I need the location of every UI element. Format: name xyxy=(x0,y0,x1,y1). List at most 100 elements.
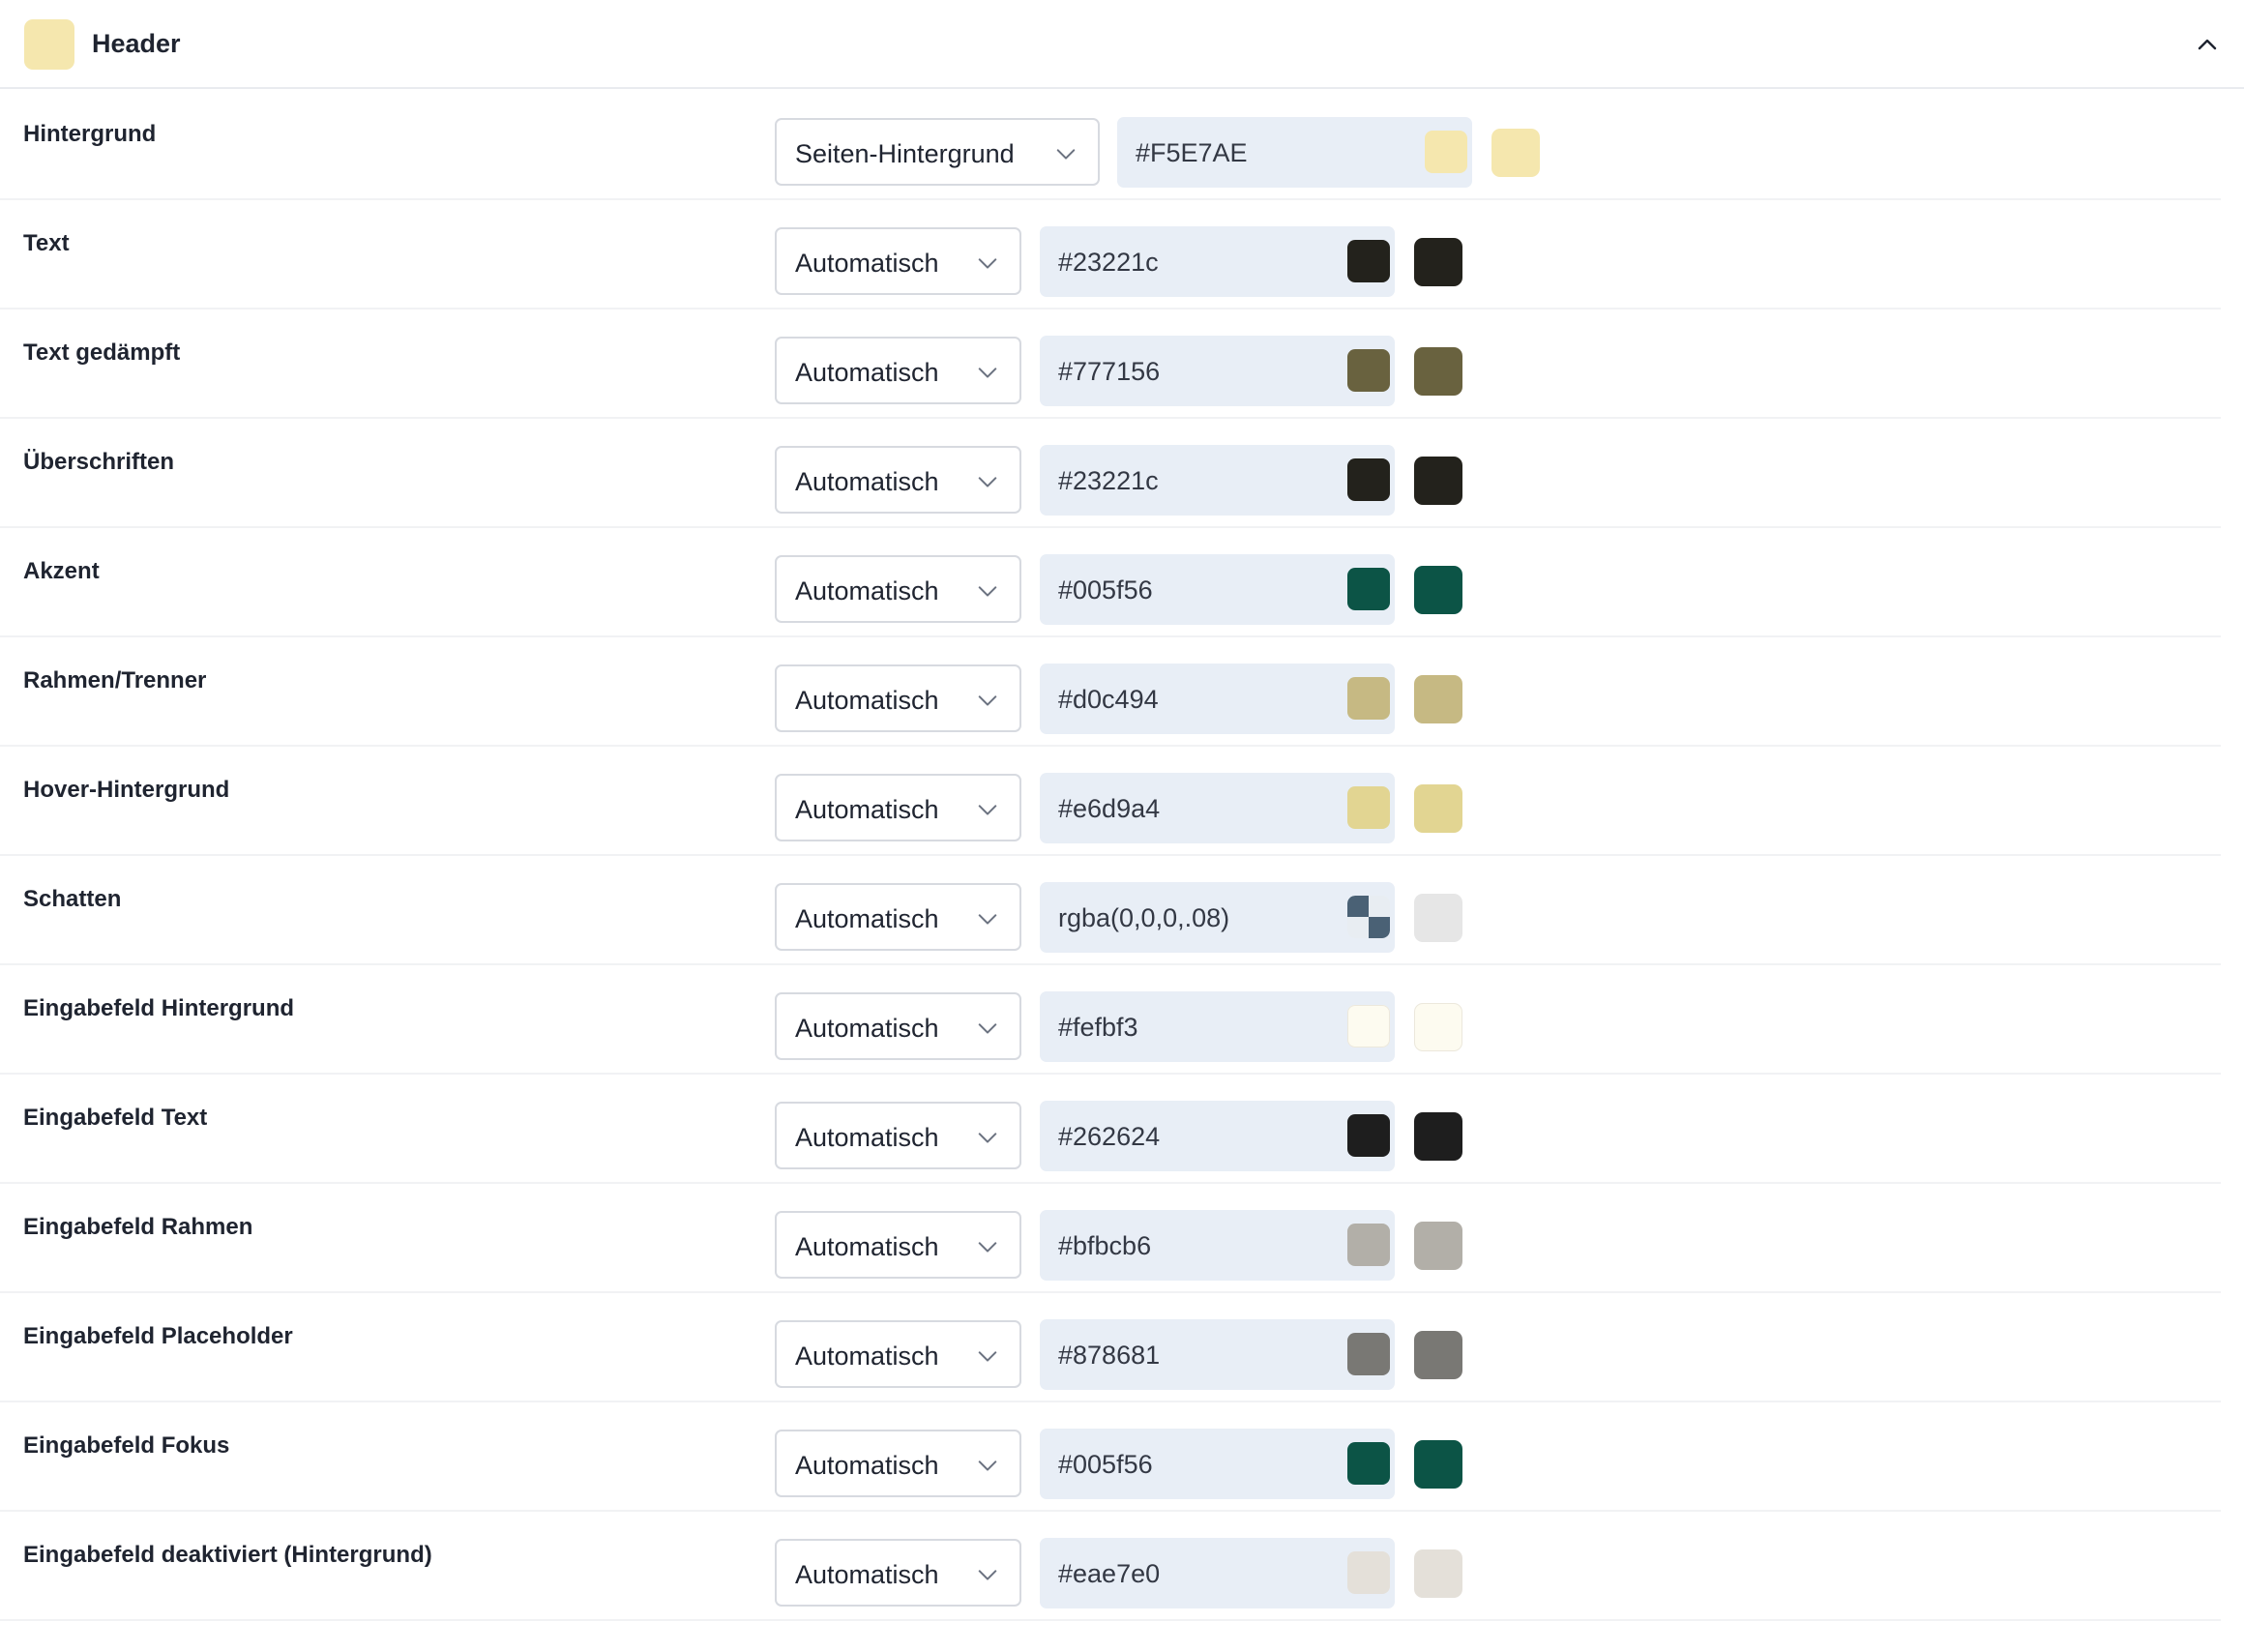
mode-select[interactable]: Automatisch xyxy=(775,992,1021,1060)
mode-select[interactable]: Automatisch xyxy=(775,1430,1021,1497)
mode-select[interactable]: Automatisch xyxy=(775,1211,1021,1279)
setting-label: Schatten xyxy=(23,886,122,912)
mode-select[interactable]: Automatisch xyxy=(775,774,1021,841)
color-picker-button[interactable] xyxy=(1347,677,1390,720)
color-value-input[interactable]: #eae7e0 xyxy=(1040,1538,1395,1608)
color-value-text: rgba(0,0,0,.08) xyxy=(1058,903,1230,932)
color-value-text: #F5E7AE xyxy=(1136,138,1248,167)
color-value-input[interactable]: #d0c494 xyxy=(1040,664,1395,734)
color-value-text: #bfbcb6 xyxy=(1058,1231,1152,1260)
color-setting-row: Akzent Automatisch #005f56 xyxy=(0,528,2221,637)
mode-select-value: Automatisch xyxy=(795,904,939,933)
section-title: Header xyxy=(92,29,181,58)
color-setting-row: Hover-Hintergrund Automatisch #e6d9a4 xyxy=(0,747,2221,856)
color-picker-button[interactable] xyxy=(1347,1224,1390,1266)
color-preview-swatch xyxy=(1414,1440,1462,1489)
color-settings-list: Hintergrund Seiten-Hintergrund #F5E7AE T… xyxy=(0,91,2244,1621)
chevron-up-icon xyxy=(2198,39,2217,50)
color-picker-button[interactable] xyxy=(1425,131,1467,173)
setting-label: Hover-Hintergrund xyxy=(23,777,230,803)
chevron-down-icon xyxy=(978,368,997,378)
color-setting-row: Eingabefeld Placeholder Automatisch #878… xyxy=(0,1293,2221,1402)
color-value-text: #777156 xyxy=(1058,357,1161,386)
color-value-text: #005f56 xyxy=(1058,575,1153,605)
color-picker-button[interactable] xyxy=(1347,458,1390,501)
color-picker-button[interactable] xyxy=(1347,349,1390,392)
color-value-input[interactable]: #262624 xyxy=(1040,1101,1395,1171)
chevron-down-icon xyxy=(978,1242,997,1253)
color-setting-row: Eingabefeld deaktiviert (Hintergrund) Au… xyxy=(0,1512,2221,1621)
color-picker-button[interactable] xyxy=(1347,1442,1390,1485)
mode-select[interactable]: Automatisch xyxy=(775,1102,1021,1169)
color-value-text: #23221c xyxy=(1058,248,1159,277)
color-value-input[interactable]: #777156 xyxy=(1040,336,1395,406)
color-preview-swatch xyxy=(1414,1222,1462,1270)
color-value-input[interactable]: #23221c xyxy=(1040,445,1395,516)
color-setting-row: Eingabefeld Text Automatisch #262624 xyxy=(0,1075,2221,1184)
mode-select-value: Automatisch xyxy=(795,467,939,496)
mode-select[interactable]: Automatisch xyxy=(775,1539,1021,1607)
chevron-down-icon xyxy=(978,695,997,706)
color-picker-button[interactable] xyxy=(1347,240,1390,282)
mode-select[interactable]: Seiten-Hintergrund xyxy=(775,118,1100,186)
color-value-input[interactable]: #23221c xyxy=(1040,226,1395,297)
color-picker-button[interactable] xyxy=(1347,1333,1390,1375)
color-picker-button[interactable] xyxy=(1347,786,1390,829)
mode-select[interactable]: Automatisch xyxy=(775,227,1021,295)
color-preview-swatch xyxy=(1414,1331,1462,1379)
color-preview-swatch xyxy=(1414,1003,1462,1051)
color-setting-row: Eingabefeld Rahmen Automatisch #bfbcb6 xyxy=(0,1184,2221,1293)
color-setting-row: Rahmen/Trenner Automatisch #d0c494 xyxy=(0,637,2221,747)
color-preview-swatch xyxy=(1414,1549,1462,1598)
color-preview-swatch xyxy=(1414,1112,1462,1161)
chevron-down-icon xyxy=(978,914,997,925)
setting-label: Eingabefeld deaktiviert (Hintergrund) xyxy=(23,1542,432,1568)
setting-label: Text xyxy=(23,230,70,256)
section-header[interactable]: Header xyxy=(0,0,2244,89)
color-value-text: #d0c494 xyxy=(1058,685,1159,714)
color-preview-swatch xyxy=(1414,675,1462,723)
color-setting-row: Schatten Automatisch rgba(0,0,0,.08) xyxy=(0,856,2221,965)
color-value-text: #eae7e0 xyxy=(1058,1559,1161,1588)
chevron-down-icon xyxy=(978,1133,997,1143)
setting-label: Text gedämpft xyxy=(23,339,181,366)
color-value-input[interactable]: #878681 xyxy=(1040,1319,1395,1390)
color-value-input[interactable]: #005f56 xyxy=(1040,1429,1395,1499)
setting-label: Rahmen/Trenner xyxy=(23,667,207,693)
color-picker-button[interactable] xyxy=(1347,1114,1390,1157)
mode-select[interactable]: Automatisch xyxy=(775,337,1021,404)
setting-label: Hintergrund xyxy=(23,121,157,147)
mode-select-value: Automatisch xyxy=(795,358,939,387)
color-setting-row: Überschriften Automatisch #23221c xyxy=(0,419,2221,528)
mode-select-value: Automatisch xyxy=(795,1123,939,1152)
color-picker-button[interactable] xyxy=(1347,896,1390,938)
section-color-swatch xyxy=(24,19,74,70)
color-picker-button[interactable] xyxy=(1347,568,1390,610)
setting-label: Eingabefeld Hintergrund xyxy=(23,995,295,1021)
color-value-input[interactable]: #e6d9a4 xyxy=(1040,773,1395,843)
setting-label: Akzent xyxy=(23,558,100,584)
chevron-down-icon xyxy=(1056,149,1076,160)
color-value-text: #23221c xyxy=(1058,466,1159,495)
color-picker-button[interactable] xyxy=(1347,1005,1390,1047)
color-value-input[interactable]: #F5E7AE xyxy=(1117,117,1472,188)
color-value-input[interactable]: rgba(0,0,0,.08) xyxy=(1040,882,1395,953)
color-value-input[interactable]: #005f56 xyxy=(1040,554,1395,625)
setting-label: Überschriften xyxy=(23,449,175,475)
mode-select-value: Automatisch xyxy=(795,686,939,715)
mode-select[interactable]: Automatisch xyxy=(775,446,1021,514)
chevron-down-icon xyxy=(978,1460,997,1471)
color-preview-swatch xyxy=(1414,894,1462,942)
mode-select-value: Automatisch xyxy=(795,576,939,605)
collapse-button[interactable] xyxy=(2188,25,2227,64)
color-setting-row: Eingabefeld Hintergrund Automatisch #fef… xyxy=(0,965,2221,1075)
mode-select[interactable]: Automatisch xyxy=(775,664,1021,732)
chevron-down-icon xyxy=(978,586,997,597)
mode-select[interactable]: Automatisch xyxy=(775,883,1021,951)
mode-select[interactable]: Automatisch xyxy=(775,1320,1021,1388)
color-value-input[interactable]: #fefbf3 xyxy=(1040,991,1395,1062)
color-preview-swatch xyxy=(1414,784,1462,833)
mode-select[interactable]: Automatisch xyxy=(775,555,1021,623)
color-picker-button[interactable] xyxy=(1347,1551,1390,1594)
color-value-input[interactable]: #bfbcb6 xyxy=(1040,1210,1395,1281)
